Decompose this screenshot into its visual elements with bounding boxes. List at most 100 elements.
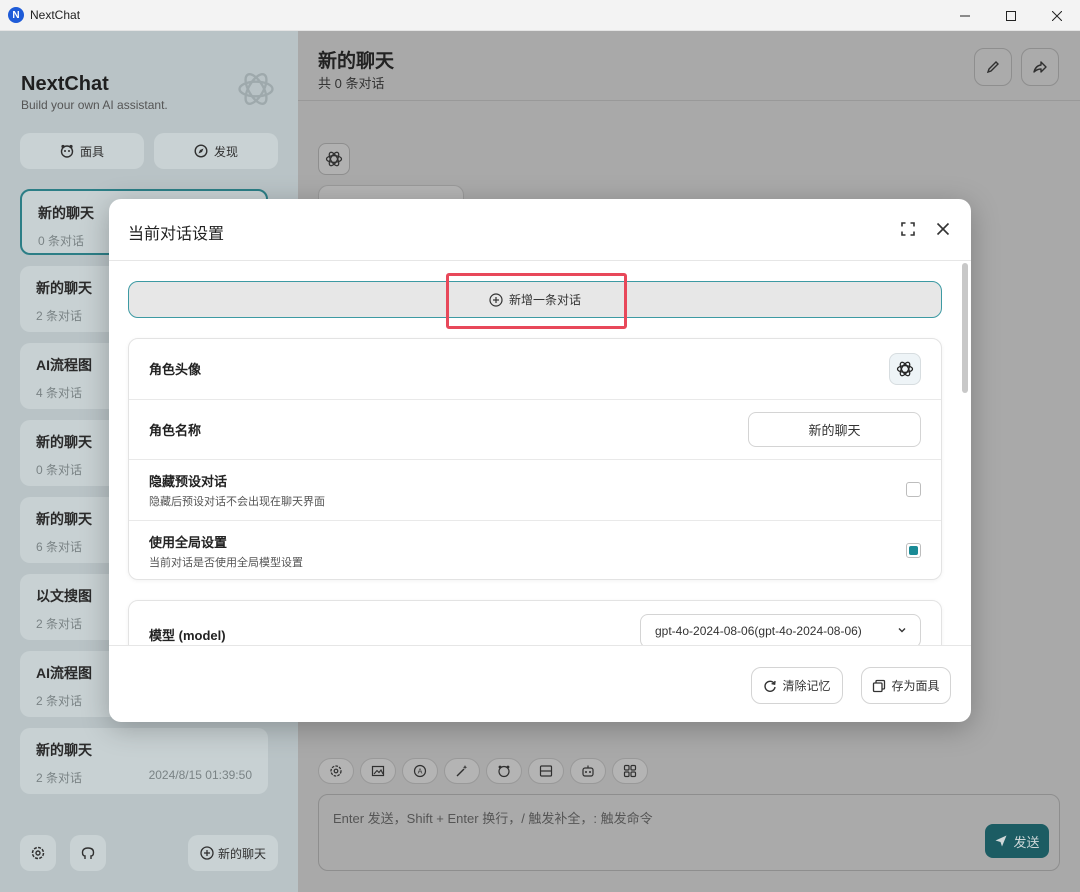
send-icon [995, 835, 1007, 847]
openai-logo-icon [325, 151, 343, 167]
grid-icon [623, 764, 637, 778]
svg-text:A: A [418, 768, 423, 776]
name-setting-label: 角色名称 [149, 422, 202, 438]
modal-footer: 清除记忆 存为面具 [109, 645, 971, 722]
annotation-highlight-box [446, 273, 627, 329]
save-as-mask-button[interactable]: 存为面具 [861, 667, 951, 704]
mask-button[interactable] [486, 758, 522, 784]
chat-input[interactable]: Enter 发送，Shift + Enter 换行，/ 触发补全，: 触发命令 … [318, 794, 1060, 871]
minimize-button[interactable] [942, 0, 988, 31]
plus-circle-icon [200, 846, 214, 860]
bot-avatar [318, 143, 350, 175]
use-global-label: 使用全局设置 [149, 534, 228, 550]
maximize-button[interactable] [988, 0, 1034, 31]
window-controls [942, 0, 1080, 31]
masks-button-label: 面具 [79, 144, 104, 159]
use-global-checkbox[interactable] [906, 543, 921, 559]
robot-icon [582, 765, 594, 777]
plugin-button[interactable] [612, 758, 648, 784]
compass-icon [194, 144, 208, 158]
window-title: NextChat [30, 8, 81, 22]
close-icon [1052, 10, 1062, 21]
modal-scrollbar[interactable] [962, 263, 968, 393]
avatar-setting-label: 角色头像 [149, 362, 202, 378]
upload-image-button[interactable] [360, 758, 396, 784]
chat-header: 新的聊天 共 0 条对话 [298, 31, 1080, 101]
role-name-input[interactable]: 新的聊天 [748, 411, 921, 447]
chat-item[interactable]: 新的聊天 2 条对话 2024/8/15 01:39:50 [20, 728, 268, 794]
auto-theme-icon: A [413, 764, 427, 778]
clear-memory-button[interactable]: 清除记忆 [751, 667, 843, 704]
chat-input-placeholder: Enter 发送，Shift + Enter 换行，/ 触发补全，: 触发命令 [333, 811, 653, 826]
modal-body: 新增一条对话 角色头像 角色名称 新的聊天 隐藏预设对话 隐藏后预设对话不会出现… [109, 261, 971, 645]
theme-button[interactable]: A [402, 758, 438, 784]
break-icon [539, 765, 553, 777]
discover-button[interactable]: 发现 [154, 133, 278, 169]
new-chat-label: 新的聊天 [217, 846, 266, 861]
use-global-text: 使用全局设置 当前对话是否使用全局模型设置 [149, 532, 303, 570]
chat-item-title: 新的聊天 [36, 742, 92, 758]
gear-icon [330, 765, 342, 777]
share-button[interactable] [1021, 48, 1059, 86]
fullscreen-icon [901, 222, 915, 236]
checkbox-checked-mark [909, 546, 918, 556]
copy-icon [873, 679, 886, 692]
hide-context-desc: 隐藏后预设对话不会出现在聊天界面 [149, 495, 325, 508]
model-select[interactable]: gpt-4o-2024-08-06(gpt-4o-2024-08-06) [640, 614, 921, 645]
sidebar-footer: 新的聊天 [20, 835, 278, 871]
chat-title: 新的聊天 [318, 51, 395, 72]
chevron-down-icon [898, 628, 906, 633]
sidebar-tools: 面具 发现 [20, 133, 278, 169]
hide-context-label: 隐藏预设对话 [149, 473, 228, 489]
hide-context-setting-row: 隐藏预设对话 隐藏后预设对话不会出现在聊天界面 [129, 460, 941, 521]
github-icon [81, 847, 95, 859]
settings-card: 角色头像 角色名称 新的聊天 隐藏预设对话 隐藏后预设对话不会出现在聊天界面 使… [128, 338, 942, 580]
image-icon [371, 765, 385, 777]
openai-logo-icon [896, 361, 914, 377]
close-icon [936, 222, 950, 236]
masks-button[interactable]: 面具 [20, 133, 144, 169]
sidebar-subtitle: Build your own AI assistant. [21, 98, 168, 112]
prompt-button[interactable] [444, 758, 480, 784]
minimize-icon [960, 15, 970, 16]
use-global-setting-row: 使用全局设置 当前对话是否使用全局模型设置 [129, 521, 941, 582]
model-label: 模型 (model) [149, 628, 226, 643]
fullscreen-button[interactable] [897, 218, 919, 240]
magic-wand-icon [456, 765, 468, 777]
modal-header: 当前对话设置 [109, 199, 971, 261]
close-modal-button[interactable] [932, 218, 954, 240]
name-setting-row: 角色名称 新的聊天 [129, 400, 941, 460]
bot-message-bubble [318, 185, 464, 199]
use-global-desc: 当前对话是否使用全局模型设置 [149, 556, 303, 569]
model-settings-card: 模型 (model) gpt-4o-2024-08-06(gpt-4o-2024… [128, 600, 942, 645]
chat-settings-modal: 当前对话设置 新增一条对话 角色头像 角色名称 新的聊天 隐藏预设对话 隐藏后预… [109, 199, 971, 722]
avatar-picker-button[interactable] [889, 352, 921, 385]
chat-toolbar: A [318, 758, 648, 784]
close-window-button[interactable] [1034, 0, 1080, 31]
hide-context-checkbox[interactable] [906, 482, 921, 498]
clear-context-button[interactable] [528, 758, 564, 784]
send-button[interactable]: 发送 [985, 824, 1049, 858]
chat-subtitle: 共 0 条对话 [318, 76, 385, 91]
send-button-label: 发送 [1013, 834, 1040, 850]
clear-memory-label: 清除记忆 [782, 679, 831, 693]
openai-logo-icon [238, 73, 274, 105]
github-button[interactable] [70, 835, 106, 871]
reload-icon [764, 680, 777, 692]
window-titlebar: N NextChat [0, 0, 1080, 31]
chat-item-date: 2024/8/15 01:39:50 [148, 768, 252, 782]
model-select-value: gpt-4o-2024-08-06(gpt-4o-2024-08-06) [655, 624, 862, 638]
avatar-setting-row: 角色头像 [129, 339, 941, 400]
sidebar-title: NextChat [21, 73, 109, 95]
settings-button[interactable] [20, 835, 56, 871]
new-chat-button[interactable]: 新的聊天 [188, 835, 278, 871]
chat-settings-button[interactable] [318, 758, 354, 784]
maximize-icon [1006, 10, 1016, 21]
edit-button[interactable] [974, 48, 1012, 86]
modal-title: 当前对话设置 [128, 226, 225, 243]
mask-icon [60, 144, 74, 158]
save-as-mask-label: 存为面具 [891, 679, 940, 693]
pencil-icon [986, 61, 999, 74]
model-switch-button[interactable] [570, 758, 606, 784]
share-icon [1033, 61, 1047, 73]
